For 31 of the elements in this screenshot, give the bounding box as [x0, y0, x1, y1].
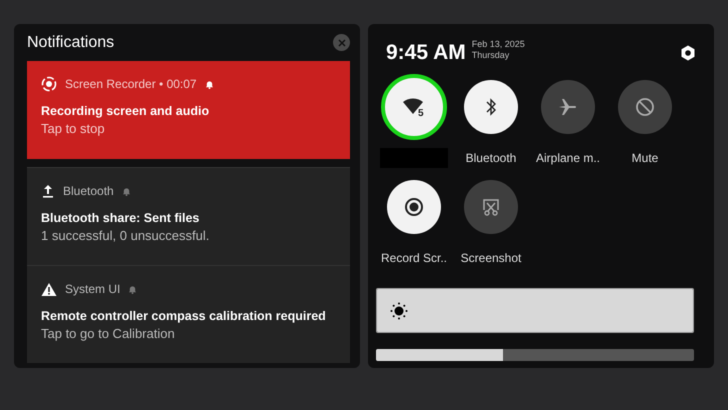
notification-text: Tap to stop — [41, 121, 106, 136]
app-name: System UI — [65, 282, 120, 296]
notification-title: Bluetooth share: Sent files — [41, 211, 200, 225]
bluetooth-icon — [485, 97, 497, 117]
volume-slider[interactable] — [376, 349, 694, 361]
warning-icon — [41, 282, 57, 296]
notification-title: Remote controller compass calibration required — [41, 309, 327, 323]
brightness-icon — [390, 302, 408, 320]
notification-card[interactable]: Bluetooth Bluetooth share: Sent files 1 successful, 0 unsuccessful. — [27, 167, 350, 265]
weekday-text: Thursday — [472, 50, 510, 61]
record-icon — [41, 76, 57, 92]
scissors-icon — [481, 197, 501, 217]
date-text: Feb 13, 2025 — [472, 39, 525, 50]
block-icon — [635, 97, 655, 117]
clock-time: 9:45 AM — [386, 41, 466, 65]
bell-icon — [122, 186, 131, 196]
panel-title: Notifications — [27, 34, 114, 52]
notification-title: Recording screen and audio — [41, 104, 210, 118]
bell-icon — [128, 284, 138, 294]
notification-card[interactable]: Screen Recorder • 00:07 Recording screen and audio Tap to stop — [27, 61, 350, 159]
record-icon — [404, 197, 424, 217]
notification-text: 1 successful, 0 unsuccessful. — [41, 228, 210, 243]
upload-icon — [41, 183, 55, 199]
settings-icon[interactable] — [680, 45, 696, 61]
app-name: Bluetooth — [63, 184, 114, 198]
notification-card[interactable]: System UI Remote controller compass calibration required Tap to go to Calibration — [27, 265, 350, 363]
notification-text: Tap to go to Calibration — [41, 326, 176, 341]
airplane-icon — [558, 98, 578, 116]
app-name: Screen Recorder • 00:07 — [65, 77, 197, 91]
bell-icon — [204, 80, 214, 88]
close-icon — [338, 38, 346, 46]
